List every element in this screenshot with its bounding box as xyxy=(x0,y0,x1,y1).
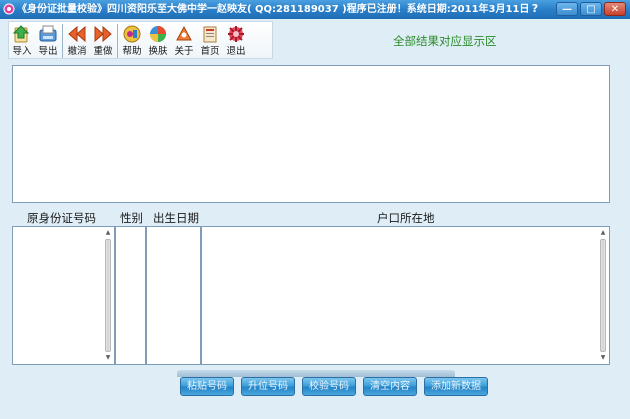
address-scrollbar[interactable]: ▲ ▼ xyxy=(599,230,607,361)
upgrade-numbers-button[interactable]: 升位号码 xyxy=(241,377,295,396)
toolbar-separator xyxy=(117,24,118,58)
skin-icon xyxy=(150,26,166,42)
help-icon[interactable]: ? xyxy=(528,2,542,16)
scroll-down-icon[interactable]: ▼ xyxy=(599,355,607,361)
exit-button[interactable]: 退出 xyxy=(223,24,249,60)
import-icon xyxy=(12,25,30,43)
column-header-gender: 性别 xyxy=(120,211,143,225)
help-toolbar-button[interactable]: 帮助 xyxy=(119,24,145,60)
column-header-birth-date: 出生日期 xyxy=(153,211,199,225)
import-button[interactable]: 导入 xyxy=(9,24,35,60)
scroll-down-icon[interactable]: ▼ xyxy=(104,355,112,361)
export-button[interactable]: 导出 xyxy=(35,24,61,60)
column-header-id-number: 原身份证号码 xyxy=(27,211,96,225)
address-list[interactable]: ▲ ▼ xyxy=(201,226,610,365)
about-label: 关于 xyxy=(174,46,194,57)
button-bar-handle xyxy=(177,370,455,377)
help-label: 帮助 xyxy=(122,46,142,57)
app-icon xyxy=(3,3,15,15)
column-header-address: 户口所在地 xyxy=(377,211,435,225)
about-icon xyxy=(176,25,192,41)
home-button[interactable]: 首页 xyxy=(197,24,223,60)
minimize-button[interactable]: — xyxy=(556,2,578,16)
clear-content-button[interactable]: 清空内容 xyxy=(363,377,417,396)
maximize-button[interactable]: □ xyxy=(580,2,602,16)
undo-icon xyxy=(68,25,86,43)
scrollbar-thumb[interactable] xyxy=(105,239,111,352)
verify-numbers-button[interactable]: 校验号码 xyxy=(302,377,356,396)
result-area[interactable] xyxy=(12,65,610,203)
import-label: 导入 xyxy=(12,46,32,57)
home-icon xyxy=(203,26,217,43)
redo-label: 重做 xyxy=(93,46,113,57)
redo-button[interactable]: 重做 xyxy=(90,24,116,60)
result-area-title: 全部结果对应显示区 xyxy=(393,34,497,48)
toolbar: 导入 导出 撤消 重做 帮助 换肤 关于 首页 退出 xyxy=(8,21,273,59)
toolbar-separator xyxy=(62,24,63,58)
undo-button[interactable]: 撤消 xyxy=(64,24,90,60)
paste-numbers-button[interactable]: 粘贴号码 xyxy=(180,377,234,396)
exit-icon xyxy=(228,26,244,42)
exit-label: 退出 xyxy=(226,46,246,57)
window-title: 《身份证批量校验》四川资阳乐至大佛中学一赵映友( QQ:281189037 )程… xyxy=(17,4,530,15)
id-number-scrollbar[interactable]: ▲ ▼ xyxy=(104,230,112,361)
skin-label: 换肤 xyxy=(148,46,168,57)
skin-button[interactable]: 换肤 xyxy=(145,24,171,60)
undo-label: 撤消 xyxy=(67,46,87,57)
close-button[interactable]: ✕ xyxy=(604,2,626,16)
gender-list[interactable] xyxy=(115,226,146,365)
scroll-up-icon[interactable]: ▲ xyxy=(599,230,607,236)
scroll-up-icon[interactable]: ▲ xyxy=(104,230,112,236)
id-number-list[interactable]: ▲ ▼ xyxy=(12,226,115,365)
help-book-icon xyxy=(123,25,141,43)
export-icon xyxy=(39,25,57,42)
window-controls: ? — □ ✕ xyxy=(528,2,626,16)
action-button-bar: 粘贴号码 升位号码 校验号码 清空内容 添加新数据 xyxy=(180,377,488,396)
redo-icon xyxy=(94,25,112,43)
home-label: 首页 xyxy=(200,46,220,57)
birth-date-list[interactable] xyxy=(146,226,201,365)
scrollbar-thumb[interactable] xyxy=(600,239,606,352)
add-data-button[interactable]: 添加新数据 xyxy=(424,377,488,396)
about-button[interactable]: 关于 xyxy=(171,24,197,60)
title-bar: 《身份证批量校验》四川资阳乐至大佛中学一赵映友( QQ:281189037 )程… xyxy=(0,0,630,19)
export-label: 导出 xyxy=(38,46,58,57)
